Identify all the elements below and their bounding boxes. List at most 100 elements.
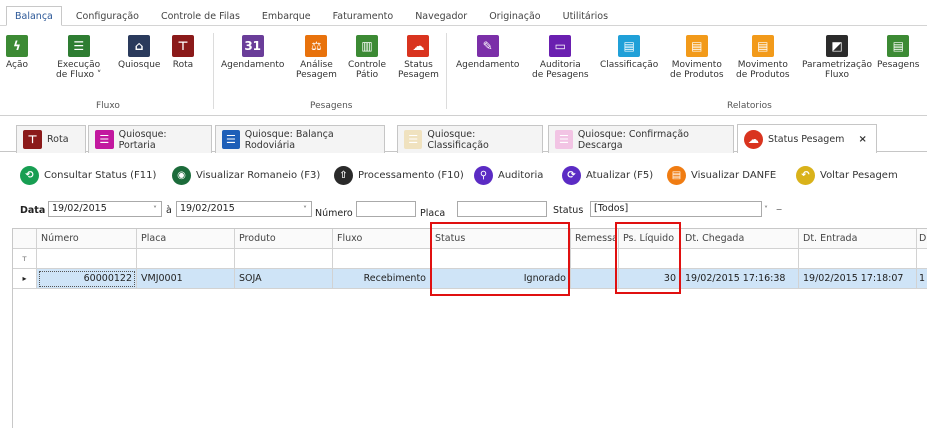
column-header-produto[interactable]: Produto — [235, 229, 333, 249]
menu-tab-originacao[interactable]: Originação — [481, 7, 548, 25]
ribbon-agendamento-button[interactable]: 31 Agendamento — [221, 35, 284, 70]
cell-numero[interactable]: 60000122 — [37, 269, 137, 289]
numero-input[interactable] — [356, 201, 416, 217]
list-icon: ☰ — [67, 35, 90, 57]
filter-cell[interactable] — [137, 249, 235, 269]
lightning-icon: ϟ — [6, 35, 28, 57]
data-from-input[interactable]: 19/02/2015 — [48, 201, 162, 217]
column-header-fluxo[interactable]: Fluxo — [333, 229, 431, 249]
visualizar-danfe-button[interactable]: ▤ Visualizar DANFE — [667, 164, 776, 186]
filter-cell[interactable] — [571, 249, 619, 269]
ribbon-status-pesagem-button[interactable]: ☁ Status Pesagem — [398, 35, 439, 80]
ribbon-agendamento-relatorio-button[interactable]: ✎ Agendamento — [456, 35, 519, 70]
visualizar-romaneio-button[interactable]: ◉ Visualizar Romaneio (F3) — [172, 164, 320, 186]
cell-status[interactable]: Ignorado — [431, 269, 571, 289]
filter-cell[interactable] — [431, 249, 571, 269]
cell-produto[interactable]: SOJA — [235, 269, 333, 289]
ribbon-movimento-produtos-2-button[interactable]: ▤ Movimento de Produtos — [736, 35, 790, 80]
monitor-icon: ▭ — [549, 35, 572, 57]
column-header-ps-liquido[interactable]: Ps. Líquido — [619, 229, 681, 249]
ribbon-quiosque-button[interactable]: ⌂ Quiosque — [118, 35, 160, 70]
document-icon: ▤ — [887, 35, 910, 57]
ribbon-group-fluxo: Fluxo — [96, 101, 120, 111]
column-header-extra[interactable]: D — [917, 229, 927, 249]
filter-cell[interactable] — [619, 249, 681, 269]
filter-cell[interactable] — [37, 249, 137, 269]
ribbon-status-label-2: Pesagem — [398, 70, 439, 80]
data-to-input[interactable]: 19/02/2015 — [176, 201, 312, 217]
ribbon-controle-label-2: Pátio — [356, 70, 379, 80]
ribbon-rota-button[interactable]: ⊤ Rota — [172, 35, 194, 70]
ribbon-pesagens-button[interactable]: ▤ Pesagens — [877, 35, 920, 70]
doc-tab-status-pesagem-label: Status Pesagem — [768, 133, 845, 145]
list-icon: ☰ — [222, 130, 240, 149]
cell-ps-liquido[interactable]: 30 — [619, 269, 681, 289]
doc-tab-quiosque-classificacao-label: Quiosque: Classificação — [427, 128, 489, 151]
column-header-status[interactable]: Status — [431, 229, 571, 249]
filter-cell[interactable] — [681, 249, 799, 269]
menu-tab-navegador[interactable]: Navegador — [407, 7, 475, 25]
ribbon-parametrizacao-label-1: Parametrização — [802, 60, 872, 70]
column-header-placa[interactable]: Placa — [137, 229, 235, 249]
menu-tab-embarque[interactable]: Embarque — [254, 7, 319, 25]
chevron-down-icon[interactable]: ˅ — [298, 201, 312, 217]
column-header-dt-chegada[interactable]: Dt. Chegada — [681, 229, 799, 249]
doc-tab-rota[interactable]: ⊤ Rota — [16, 125, 86, 153]
ribbon-classificacao-button[interactable]: ▤ Classificação — [600, 35, 658, 70]
data-label: Data — [20, 205, 46, 216]
cell-fluxo[interactable]: Recebimento — [333, 269, 431, 289]
ribbon-separator — [446, 33, 447, 109]
menu-tab-configuracao[interactable]: Configuração — [68, 7, 147, 25]
ribbon-execucao-fluxo-button[interactable]: ☰ Execução de Fluxo ˅ — [56, 35, 101, 80]
processamento-button[interactable]: ⇧ Processamento (F10) — [334, 164, 464, 186]
column-header-numero[interactable]: Número — [37, 229, 137, 249]
ribbon-group-relatorios: Relatorios — [727, 101, 772, 111]
grid-settings-icon: ◩ — [826, 35, 848, 57]
doc-tab-quiosque-portaria[interactable]: ☰ Quiosque: Portaria — [88, 125, 212, 153]
filter-cell[interactable] — [799, 249, 917, 269]
doc-tab-quiosque-classificacao[interactable]: ☰ Quiosque: Classificação — [397, 125, 543, 153]
filter-cell[interactable] — [917, 249, 927, 269]
filter-bar: Data 19/02/2015 ˅ à 19/02/2015 ˅ Número … — [0, 198, 927, 222]
chevron-down-icon[interactable]: ˅ — [148, 201, 162, 217]
menu-tab-balanca[interactable]: Balança — [6, 6, 62, 26]
cell-dt-chegada[interactable]: 19/02/2015 17:16:38 — [681, 269, 799, 289]
column-header-dt-entrada[interactable]: Dt. Entrada — [799, 229, 917, 249]
ribbon-movimento-produtos-1-button[interactable]: ▤ Movimento de Produtos — [670, 35, 724, 80]
voltar-pesagem-button[interactable]: ↶ Voltar Pesagem — [796, 164, 898, 186]
ribbon-analise-pesagem-button[interactable]: ⚖ Análise Pesagem — [296, 35, 337, 80]
cell-dt-entrada[interactable]: 19/02/2015 17:18:07 — [799, 269, 917, 289]
ribbon-auditoria-label-1: Auditoria — [539, 60, 581, 70]
menu-tab-utilitarios[interactable]: Utilitários — [555, 7, 616, 25]
clear-icon[interactable]: − — [772, 201, 786, 217]
cell-remessa[interactable] — [571, 269, 619, 289]
filter-cell[interactable] — [333, 249, 431, 269]
status-select[interactable]: [Todos] — [590, 201, 762, 217]
ribbon-parametrizacao-fluxo-button[interactable]: ◩ Parametrização Fluxo — [802, 35, 872, 80]
chevron-down-icon[interactable]: ˅ — [759, 201, 773, 217]
filter-cell[interactable] — [235, 249, 333, 269]
cell-extra[interactable]: 1 — [917, 269, 927, 289]
cell-placa[interactable]: VMJ0001 — [137, 269, 235, 289]
close-icon[interactable]: × — [858, 134, 866, 145]
consultar-status-button[interactable]: ⟲ Consultar Status (F11) — [20, 164, 156, 186]
document-icon: ▤ — [667, 165, 686, 185]
ribbon-acao-button[interactable]: ϟ Ação — [6, 35, 28, 70]
doc-tab-status-pesagem[interactable]: ☁ Status Pesagem × — [737, 124, 877, 153]
list-icon: ☰ — [555, 130, 573, 149]
ribbon-controle-patio-button[interactable]: ▥ Controle Pátio — [348, 35, 386, 80]
calendar-icon: 31 — [241, 35, 264, 57]
table-row[interactable]: ▸ 60000122 VMJ0001 SOJA Recebimento Igno… — [13, 269, 927, 289]
ribbon-acao-label: Ação — [6, 60, 28, 70]
doc-tab-quiosque-balanca[interactable]: ☰ Quiosque: Balança Rodoviária — [215, 125, 385, 153]
column-header-remessa[interactable]: Remessa — [571, 229, 619, 249]
doc-tab-quiosque-confirmacao[interactable]: ☰ Quiosque: Confirmação Descarga — [548, 125, 734, 153]
ribbon-auditoria-pesagens-button[interactable]: ▭ Auditoria de Pesagens — [532, 35, 589, 80]
auditoria-button[interactable]: ⚲ Auditoria — [474, 164, 543, 186]
menu-tab-controle-filas[interactable]: Controle de Filas — [153, 7, 248, 25]
row-indicator-icon: ▸ — [13, 269, 37, 289]
atualizar-button[interactable]: ⟳ Atualizar (F5) — [562, 164, 653, 186]
menu-tab-faturamento[interactable]: Faturamento — [325, 7, 402, 25]
placa-input[interactable] — [457, 201, 547, 217]
to-label: à — [166, 205, 172, 216]
